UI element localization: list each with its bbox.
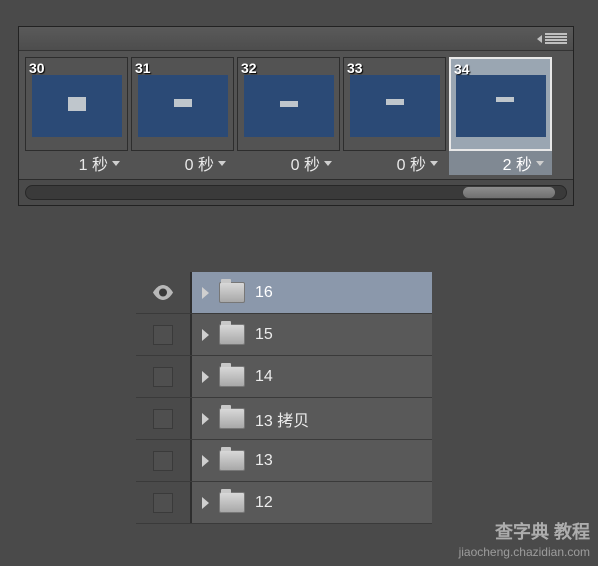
folder-icon xyxy=(219,492,245,513)
frame-thumbnail: 34 xyxy=(449,57,552,151)
expand-icon[interactable] xyxy=(202,329,209,341)
chevron-down-icon xyxy=(430,161,438,166)
frame-canvas xyxy=(32,75,122,137)
frame-canvas xyxy=(350,75,440,137)
expand-icon[interactable] xyxy=(202,497,209,509)
layer-name: 12 xyxy=(255,494,273,512)
frame-canvas xyxy=(138,75,228,137)
layers-panel: 16 15 14 13 拷贝 13 12 xyxy=(136,272,432,524)
expand-icon[interactable] xyxy=(202,287,209,299)
watermark-url: jiaocheng.chazidian.com xyxy=(459,544,590,560)
visibility-toggle[interactable] xyxy=(136,482,192,523)
frame-number: 30 xyxy=(29,60,45,76)
frame-delay-button[interactable]: 0 秒 xyxy=(237,151,340,175)
frame-34[interactable]: 34 2 秒 xyxy=(449,57,552,175)
frame-thumbnail: 30 xyxy=(25,57,128,151)
frame-33[interactable]: 33 0 秒 xyxy=(343,57,446,175)
chevron-down-icon xyxy=(324,161,332,166)
layer-body: 14 xyxy=(192,356,432,397)
frame-30[interactable]: 30 1 秒 xyxy=(25,57,128,175)
visibility-toggle[interactable] xyxy=(136,440,192,481)
layer-row[interactable]: 12 xyxy=(136,482,432,524)
layer-row[interactable]: 13 xyxy=(136,440,432,482)
folder-icon xyxy=(219,450,245,471)
visibility-empty-icon xyxy=(153,367,173,387)
frame-number: 31 xyxy=(135,60,151,76)
folder-icon xyxy=(219,366,245,387)
layer-name: 13 xyxy=(255,452,273,470)
frame-content-icon xyxy=(280,101,298,107)
watermark: 查字典 教程 jiaocheng.chazidian.com xyxy=(459,520,590,560)
frame-content-icon xyxy=(496,97,514,102)
frame-delay-label: 0 秒 xyxy=(291,151,320,175)
expand-icon[interactable] xyxy=(202,413,209,425)
frame-delay-button[interactable]: 2 秒 xyxy=(449,151,552,175)
layer-row[interactable]: 15 xyxy=(136,314,432,356)
layer-row[interactable]: 16 xyxy=(136,272,432,314)
layer-name: 13 拷贝 xyxy=(255,407,309,431)
layer-body: 12 xyxy=(192,482,432,523)
layer-row[interactable]: 14 xyxy=(136,356,432,398)
expand-icon[interactable] xyxy=(202,455,209,467)
folder-icon xyxy=(219,324,245,345)
frame-thumbnail: 32 xyxy=(237,57,340,151)
frame-31[interactable]: 31 0 秒 xyxy=(131,57,234,175)
frame-content-icon xyxy=(174,99,192,107)
visibility-empty-icon xyxy=(153,325,173,345)
chevron-down-icon xyxy=(112,161,120,166)
visibility-icon xyxy=(152,285,174,300)
chevron-down-icon xyxy=(536,161,544,166)
layer-body: 15 xyxy=(192,314,432,355)
visibility-toggle[interactable] xyxy=(136,272,192,313)
frames-row: 30 1 秒 31 0 秒 32 0 秒 33 0 秒 34 2 秒 xyxy=(19,51,573,179)
frame-delay-label: 0 秒 xyxy=(185,151,214,175)
folder-icon xyxy=(219,282,245,303)
folder-icon xyxy=(219,408,245,429)
watermark-title: 查字典 教程 xyxy=(459,520,590,544)
layer-body: 13 xyxy=(192,440,432,481)
frame-number: 34 xyxy=(454,61,470,77)
visibility-toggle[interactable] xyxy=(136,314,192,355)
layer-body: 16 xyxy=(192,272,432,313)
frame-delay-button[interactable]: 1 秒 xyxy=(25,151,128,175)
timeline-scrollbar[interactable] xyxy=(19,179,573,205)
frame-32[interactable]: 32 0 秒 xyxy=(237,57,340,175)
menu-arrow-icon xyxy=(537,35,542,43)
visibility-empty-icon xyxy=(153,493,173,513)
visibility-empty-icon xyxy=(153,409,173,429)
frame-content-icon xyxy=(386,99,404,105)
frame-content-icon xyxy=(68,97,86,111)
frame-canvas xyxy=(456,75,546,137)
frame-delay-label: 2 秒 xyxy=(503,151,532,175)
visibility-toggle[interactable] xyxy=(136,398,192,439)
frame-delay-button[interactable]: 0 秒 xyxy=(343,151,446,175)
layer-name: 14 xyxy=(255,368,273,386)
visibility-toggle[interactable] xyxy=(136,356,192,397)
frame-delay-label: 1 秒 xyxy=(79,151,108,175)
panel-menu-button[interactable] xyxy=(537,32,567,46)
frame-thumbnail: 33 xyxy=(343,57,446,151)
hamburger-icon xyxy=(545,32,567,46)
frame-delay-button[interactable]: 0 秒 xyxy=(131,151,234,175)
frame-number: 33 xyxy=(347,60,363,76)
chevron-down-icon xyxy=(218,161,226,166)
scroll-thumb[interactable] xyxy=(463,187,555,198)
timeline-panel: 30 1 秒 31 0 秒 32 0 秒 33 0 秒 34 2 秒 xyxy=(18,26,574,206)
frame-thumbnail: 31 xyxy=(131,57,234,151)
expand-icon[interactable] xyxy=(202,371,209,383)
layer-name: 16 xyxy=(255,284,273,302)
timeline-header xyxy=(19,27,573,51)
frame-canvas xyxy=(244,75,334,137)
frame-number: 32 xyxy=(241,60,257,76)
layer-body: 13 拷贝 xyxy=(192,398,432,439)
scroll-track xyxy=(25,185,567,200)
layer-name: 15 xyxy=(255,326,273,344)
visibility-empty-icon xyxy=(153,451,173,471)
layer-row[interactable]: 13 拷贝 xyxy=(136,398,432,440)
frame-delay-label: 0 秒 xyxy=(397,151,426,175)
